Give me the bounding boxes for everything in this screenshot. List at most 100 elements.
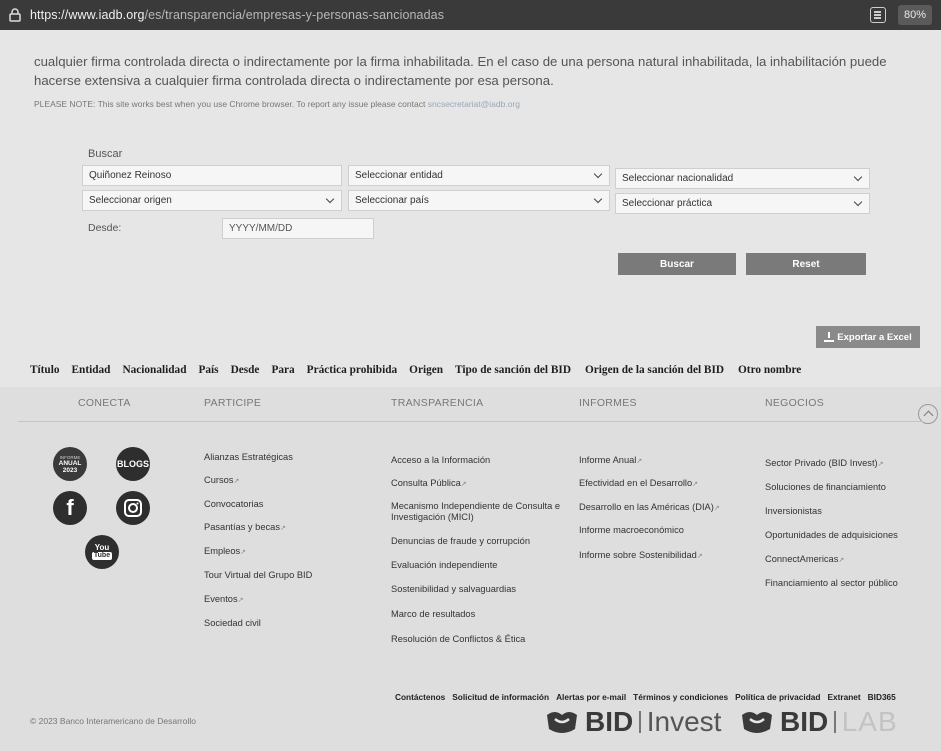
footer-link-sostenibilidad[interactable]: Sostenibilidad y salvaguardias	[391, 584, 516, 595]
footer-participe-title: PARTICIPE	[204, 397, 262, 409]
footer-divider	[18, 421, 923, 422]
youtube-icon[interactable]: You Tube	[85, 535, 119, 569]
footer-link-efectividad[interactable]: Efectividad en el Desarrollo↗	[579, 478, 698, 490]
export-excel-button[interactable]: Exportar a Excel	[816, 326, 920, 348]
footer-link-acceso-informacion[interactable]: Acceso a la Información	[391, 455, 490, 466]
footer-link-sociedad-civil[interactable]: Sociedad civil	[204, 618, 261, 629]
footer-link-sostenibilidad-informe[interactable]: Informe sobre Sostenibilidad↗	[579, 550, 703, 562]
col-origen-sancion[interactable]: Origen de la sanción del BID	[585, 364, 724, 376]
footer-link-inversionistas[interactable]: Inversionistas	[765, 506, 822, 517]
external-link-icon: ↗	[877, 461, 884, 468]
footer-link-marco-resultados[interactable]: Marco de resultados	[391, 609, 475, 620]
bid-invest-logo[interactable]: BID Invest	[545, 706, 721, 738]
footer-negocios-title: NEGOCIOS	[765, 397, 824, 409]
facebook-icon[interactable]: f	[53, 491, 87, 525]
footer-link-financiamiento[interactable]: Soluciones de financiamiento	[765, 482, 886, 493]
external-link-icon: ↗	[233, 478, 240, 485]
col-para[interactable]: Para	[271, 364, 294, 376]
col-pais[interactable]: País	[198, 364, 218, 376]
external-link-icon: ↗	[838, 557, 845, 564]
external-link-icon: ↗	[240, 549, 247, 556]
page-content: cualquier firma controlada directa o ind…	[0, 30, 941, 751]
footer-link-macroeconomico[interactable]: Informe macroeconómico	[579, 525, 684, 536]
external-link-icon: ↗	[696, 553, 703, 560]
chevron-down-icon	[853, 172, 863, 182]
footer-link-cursos[interactable]: Cursos↗	[204, 475, 239, 487]
browser-note: PLEASE NOTE: This site works best when y…	[34, 99, 520, 109]
footer-informes-title: INFORMES	[579, 397, 637, 409]
footer-link-consulta-publica[interactable]: Consulta Pública↗	[391, 478, 467, 490]
footer-link-tour-virtual[interactable]: Tour Virtual del Grupo BID	[204, 570, 312, 581]
external-link-icon: ↗	[279, 525, 286, 532]
col-desde[interactable]: Desde	[231, 364, 260, 376]
col-practica-prohibida[interactable]: Práctica prohibida	[307, 364, 397, 376]
footer-conecta-title: CONECTA	[78, 397, 131, 409]
external-link-icon: ↗	[692, 481, 699, 488]
reset-button[interactable]: Reset	[746, 253, 866, 275]
footer-link-bid-invest[interactable]: Sector Privado (BID Invest)↗	[765, 458, 884, 470]
bid-lab-logo[interactable]: BID LAB	[740, 706, 898, 738]
col-tipo-sancion[interactable]: Tipo de sanción del BID	[455, 364, 571, 376]
col-entidad[interactable]: Entidad	[72, 364, 111, 376]
footer-transparencia-title: TRANSPARENCIA	[391, 397, 484, 409]
bid-logo-icon	[742, 712, 772, 733]
desde-date-input[interactable]: YYYY/MM/DD	[222, 218, 374, 239]
col-origen[interactable]: Origen	[409, 364, 443, 376]
desde-label: Desde:	[88, 222, 122, 234]
chevron-down-icon	[853, 197, 863, 207]
footer-link-informe-anual[interactable]: Informe Anual↗	[579, 455, 642, 467]
footer-link-convocatorias[interactable]: Convocatorias	[204, 499, 263, 510]
download-icon	[824, 332, 835, 342]
footer-link-pasantias[interactable]: Pasantías y becas↗	[204, 522, 286, 534]
reader-icon[interactable]	[870, 7, 886, 23]
pais-select[interactable]: Seleccionar país	[348, 190, 610, 211]
footer-link-connectamericas[interactable]: ConnectAmericas↗	[765, 554, 844, 566]
practica-select[interactable]: Seleccionar práctica	[615, 193, 870, 214]
zoom-level[interactable]: 80%	[898, 5, 932, 25]
link-solicitud-informacion[interactable]: Solicitud de información	[452, 692, 549, 702]
search-label: Buscar	[88, 148, 123, 160]
footer-link-denuncias[interactable]: Denuncias de fraude y corrupción	[391, 536, 530, 547]
intro-text: cualquier firma controlada directa o ind…	[34, 54, 887, 88]
lock-icon	[8, 8, 22, 22]
footer-link-mici[interactable]: Mecanismo Independiente de Consulta e In…	[391, 501, 571, 523]
origen-select[interactable]: Seleccionar origen	[82, 190, 342, 211]
external-link-icon: ↗	[636, 458, 643, 465]
copyright-text: © 2023 Banco Interamericano de Desarroll…	[30, 716, 196, 726]
col-otro-nombre[interactable]: Otro nombre	[738, 364, 801, 376]
footer-link-eventos[interactable]: Eventos↗	[204, 594, 243, 606]
buscar-button[interactable]: Buscar	[618, 253, 736, 275]
col-nacionalidad[interactable]: Nacionalidad	[122, 364, 186, 376]
footer-link-sector-publico[interactable]: Financiamiento al sector público	[765, 578, 898, 589]
footer-link-resolucion-conflictos[interactable]: Resolución de Conflictos & Ética	[391, 634, 525, 645]
external-link-icon: ↗	[237, 597, 244, 604]
chevron-down-icon	[593, 194, 603, 204]
link-extranet[interactable]: Extranet	[827, 692, 860, 702]
footer-link-adquisiciones[interactable]: Oportunidades de adquisiciones	[765, 530, 898, 541]
link-terminos[interactable]: Términos y condiciones	[633, 692, 728, 702]
results-table-header: Título Entidad Nacionalidad País Desde P…	[30, 360, 801, 380]
link-alertas-email[interactable]: Alertas por e-mail	[556, 692, 626, 702]
bid-logo-icon	[547, 712, 577, 733]
chevron-down-icon	[593, 169, 603, 179]
chevron-down-icon	[325, 194, 335, 204]
blogs-icon[interactable]: BLOGS	[116, 447, 150, 481]
browser-address-bar: https://www.iadb.org/es/transparencia/em…	[0, 0, 941, 30]
col-titulo[interactable]: Título	[30, 364, 60, 376]
entidad-select[interactable]: Seleccionar entidad	[348, 165, 610, 186]
instagram-icon[interactable]	[116, 491, 150, 525]
footer-link-dia[interactable]: Desarrollo en las Américas (DIA)↗	[579, 502, 720, 514]
external-link-icon: ↗	[460, 481, 467, 488]
informe-anual-icon[interactable]: INFORME ANUAL 2023	[53, 447, 87, 481]
footer-link-alianzas[interactable]: Alianzas Estratégicas	[204, 452, 293, 463]
url-field[interactable]: https://www.iadb.org/es/transparencia/em…	[30, 8, 444, 22]
link-privacidad[interactable]: Política de privacidad	[735, 692, 820, 702]
footer-link-evaluacion[interactable]: Evaluación independiente	[391, 560, 497, 571]
contact-email-link[interactable]: sncsecretariat@iadb.org	[428, 99, 520, 109]
nacionalidad-select[interactable]: Seleccionar nacionalidad	[615, 168, 870, 189]
footer-link-empleos[interactable]: Empleos↗	[204, 546, 246, 558]
search-input[interactable]: Quiñonez Reinoso	[82, 165, 342, 186]
link-bid365[interactable]: BID365	[868, 692, 896, 702]
link-contactenos[interactable]: Contáctenos	[395, 692, 445, 702]
external-link-icon: ↗	[713, 505, 720, 512]
